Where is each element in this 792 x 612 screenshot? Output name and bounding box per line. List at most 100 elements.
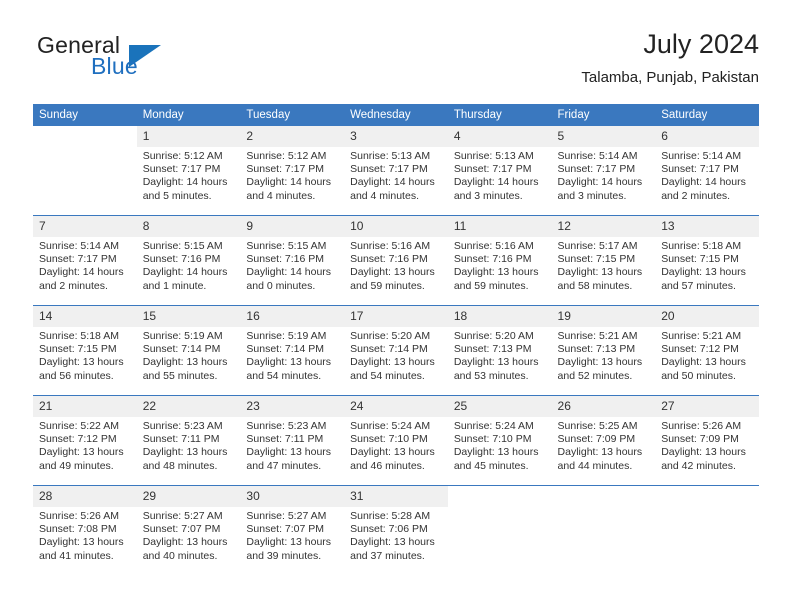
day-number: 5: [551, 126, 656, 147]
general-blue-logo[interactable]: General Blue: [33, 32, 253, 90]
calendar-day-cell[interactable]: 26 Sunrise: 5:25 AM Sunset: 7:09 PM Dayligh…: [551, 396, 656, 485]
day-number: 18: [447, 306, 552, 327]
page-title: July 2024: [643, 29, 759, 59]
calendar-day-cell[interactable]: 9 Sunrise: 5:15 AM Sunset: 7:16 PM Daylight…: [240, 216, 345, 305]
calendar-day-cell[interactable]: 15 Sunrise: 5:19 AM Sunset: 7:14 PM Dayligh…: [136, 306, 241, 395]
day-info: Sunrise: 5:16 AM Sunset: 7:16 PM Daylight:…: [448, 237, 552, 293]
sunset-text: Sunset: 7:13 PM: [453, 343, 532, 356]
day-info: Sunrise: 5:23 AM Sunset: 7:11 PM Daylight:…: [137, 417, 241, 473]
day-info: Sunrise: 5:24 AM Sunset: 7:10 PM Daylight:…: [448, 417, 552, 473]
daylight-text-line2: and 5 minutes.: [142, 189, 212, 202]
daylight-text-line1: Daylight: 13 hours: [39, 536, 124, 549]
daylight-text-line1: Daylight: 13 hours: [39, 446, 124, 459]
sunset-text: Sunset: 7:17 PM: [39, 253, 117, 266]
day-info: Sunrise: 5:15 AM Sunset: 7:16 PM Daylight:…: [240, 237, 344, 293]
sunset-text: Sunset: 7:16 PM: [350, 253, 428, 266]
sunrise-text: Sunrise: 5:27 AM: [142, 510, 223, 522]
day-number: 17: [344, 306, 448, 327]
daylight-text-line1: Daylight: 13 hours: [246, 446, 332, 459]
day-number: 2: [240, 126, 345, 147]
calendar-cell: 11 Sunrise: 5:16 AM Sunset: 7:16 PM Dayligh…: [447, 215, 552, 306]
calendar-cell: 25 Sunrise: 5:24 AM Sunset: 7:10 PM Dayligh…: [447, 395, 552, 486]
calendar-day-cell[interactable]: 19 Sunrise: 5:21 AM Sunset: 7:13 PM Dayligh…: [551, 306, 656, 395]
calendar-day-cell[interactable]: 3 Sunrise: 5:13 AM Sunset: 7:17 PM Daylight…: [344, 126, 448, 215]
calendar-day-cell[interactable]: 6 Sunrise: 5:14 AM Sunset: 7:17 PM Daylight…: [655, 126, 759, 215]
calendar-day-cell[interactable]: 28 Sunrise: 5:26 AM Sunset: 7:08 PM Dayligh…: [33, 486, 137, 575]
day-info: Sunrise: 5:12 AM Sunset: 7:17 PM Daylight:…: [137, 147, 241, 203]
sunrise-text: Sunrise: 5:16 AM: [350, 240, 431, 252]
sunrise-text: Sunrise: 5:26 AM: [661, 420, 742, 432]
calendar-day-cell[interactable]: 20 Sunrise: 5:21 AM Sunset: 7:12 PM Dayligh…: [655, 306, 759, 395]
daylight-text-line2: and 46 minutes.: [350, 459, 425, 472]
sunset-text: Sunset: 7:12 PM: [39, 433, 117, 446]
calendar-day-cell[interactable]: 7 Sunrise: 5:14 AM Sunset: 7:17 PM Daylight…: [33, 216, 137, 305]
calendar-day-cell[interactable]: 25 Sunrise: 5:24 AM Sunset: 7:10 PM Dayligh…: [447, 396, 552, 485]
daylight-text-line1: Daylight: 14 hours: [246, 266, 332, 279]
calendar-day-cell[interactable]: 31 Sunrise: 5:28 AM Sunset: 7:06 PM Dayligh…: [344, 486, 448, 575]
calendar-day-cell[interactable]: 2 Sunrise: 5:12 AM Sunset: 7:17 PM Daylight…: [240, 126, 345, 215]
day-number: 10: [344, 216, 448, 237]
title-block: July 2024 Talamba, Punjab, Pakistan: [581, 28, 759, 88]
daylight-text-line1: Daylight: 13 hours: [142, 536, 228, 549]
daylight-text-line2: and 4 minutes.: [246, 189, 316, 202]
page-subtitle-location: Talamba, Punjab, Pakistan: [581, 69, 759, 86]
day-number: 21: [33, 396, 137, 417]
calendar-day-cell[interactable]: 8 Sunrise: 5:15 AM Sunset: 7:16 PM Daylight…: [136, 216, 241, 305]
calendar-cell: 31 Sunrise: 5:28 AM Sunset: 7:06 PM Dayligh…: [344, 485, 448, 575]
sunset-text: Sunset: 7:08 PM: [39, 523, 117, 536]
calendar-cell: 28 Sunrise: 5:26 AM Sunset: 7:08 PM Dayligh…: [33, 485, 137, 575]
calendar-day-cell[interactable]: 21 Sunrise: 5:22 AM Sunset: 7:12 PM Dayligh…: [33, 396, 137, 485]
calendar-day-cell-empty: [551, 486, 656, 575]
calendar-day-cell[interactable]: 1 Sunrise: 5:12 AM Sunset: 7:17 PM Daylight…: [136, 126, 241, 215]
sunset-text: Sunset: 7:10 PM: [350, 433, 428, 446]
day-number: 1: [136, 126, 241, 147]
calendar-cell: 4 Sunrise: 5:13 AM Sunset: 7:17 PM Daylight…: [447, 126, 552, 216]
calendar-day-cell[interactable]: 16 Sunrise: 5:19 AM Sunset: 7:14 PM Dayligh…: [240, 306, 345, 395]
day-number: 15: [136, 306, 241, 327]
calendar-day-cell[interactable]: 27 Sunrise: 5:26 AM Sunset: 7:09 PM Dayligh…: [655, 396, 759, 485]
calendar-day-cell[interactable]: 30 Sunrise: 5:27 AM Sunset: 7:07 PM Dayligh…: [240, 486, 345, 575]
calendar-day-cell[interactable]: 24 Sunrise: 5:24 AM Sunset: 7:10 PM Dayligh…: [344, 396, 448, 485]
calendar-day-cell-empty: [33, 126, 137, 215]
calendar-day-cell[interactable]: 29 Sunrise: 5:27 AM Sunset: 7:07 PM Dayligh…: [136, 486, 241, 575]
day-number: 31: [344, 486, 448, 507]
calendar-day-cell[interactable]: 12 Sunrise: 5:17 AM Sunset: 7:15 PM Dayligh…: [551, 216, 656, 305]
sunrise-text: Sunrise: 5:15 AM: [142, 240, 223, 252]
page-header: General Blue July 2024 Talamba, Punjab, …: [33, 28, 759, 98]
sunrise-text: Sunrise: 5:14 AM: [661, 150, 742, 162]
calendar-day-cell[interactable]: 18 Sunrise: 5:20 AM Sunset: 7:13 PM Dayligh…: [447, 306, 552, 395]
calendar-cell: 6 Sunrise: 5:14 AM Sunset: 7:17 PM Daylight…: [655, 126, 759, 216]
day-info: Sunrise: 5:17 AM Sunset: 7:15 PM Daylight:…: [552, 237, 656, 293]
day-info: Sunrise: 5:27 AM Sunset: 7:07 PM Daylight:…: [137, 507, 241, 563]
calendar-day-cell[interactable]: 14 Sunrise: 5:18 AM Sunset: 7:15 PM Dayligh…: [33, 306, 137, 395]
calendar-day-cell[interactable]: 13 Sunrise: 5:18 AM Sunset: 7:15 PM Dayligh…: [655, 216, 759, 305]
calendar-day-cell-empty: [655, 486, 759, 575]
daylight-text-line2: and 54 minutes.: [350, 369, 425, 382]
day-number: 29: [136, 486, 241, 507]
daylight-text-line1: Daylight: 13 hours: [453, 356, 539, 369]
weekday-header-tuesday: Tuesday: [240, 104, 345, 126]
calendar-day-cell[interactable]: 4 Sunrise: 5:13 AM Sunset: 7:17 PM Daylight…: [447, 126, 552, 215]
calendar-page: General Blue July 2024 Talamba, Punjab, …: [0, 0, 792, 612]
daylight-text-line1: Daylight: 13 hours: [557, 266, 643, 279]
calendar-day-cell[interactable]: 11 Sunrise: 5:16 AM Sunset: 7:16 PM Dayligh…: [447, 216, 552, 305]
sunrise-text: Sunrise: 5:24 AM: [453, 420, 534, 432]
daylight-text-line2: and 52 minutes.: [557, 369, 633, 382]
calendar-day-cell[interactable]: 23 Sunrise: 5:23 AM Sunset: 7:11 PM Dayligh…: [240, 396, 345, 485]
daylight-text-line2: and 58 minutes.: [557, 279, 633, 292]
day-number: 20: [655, 306, 759, 327]
daylight-text-line2: and 42 minutes.: [661, 459, 736, 472]
daylight-text-line1: Daylight: 13 hours: [557, 356, 643, 369]
calendar-week-row: 14 Sunrise: 5:18 AM Sunset: 7:15 PM Dayligh…: [33, 305, 759, 396]
calendar-day-cell[interactable]: 10 Sunrise: 5:16 AM Sunset: 7:16 PM Dayligh…: [344, 216, 448, 305]
calendar-cell: [551, 485, 656, 575]
calendar-cell: 21 Sunrise: 5:22 AM Sunset: 7:12 PM Dayligh…: [33, 395, 137, 486]
daylight-text-line1: Daylight: 13 hours: [453, 266, 539, 279]
day-number: 22: [136, 396, 241, 417]
calendar-day-cell[interactable]: 22 Sunrise: 5:23 AM Sunset: 7:11 PM Dayligh…: [136, 396, 241, 485]
calendar-day-cell[interactable]: 17 Sunrise: 5:20 AM Sunset: 7:14 PM Dayligh…: [344, 306, 448, 395]
calendar-day-cell[interactable]: 5 Sunrise: 5:14 AM Sunset: 7:17 PM Daylight…: [551, 126, 656, 215]
daylight-text-line2: and 59 minutes.: [350, 279, 425, 292]
calendar-cell: 13 Sunrise: 5:18 AM Sunset: 7:15 PM Dayligh…: [655, 215, 759, 306]
day-info: Sunrise: 5:28 AM Sunset: 7:06 PM Daylight:…: [344, 507, 448, 563]
